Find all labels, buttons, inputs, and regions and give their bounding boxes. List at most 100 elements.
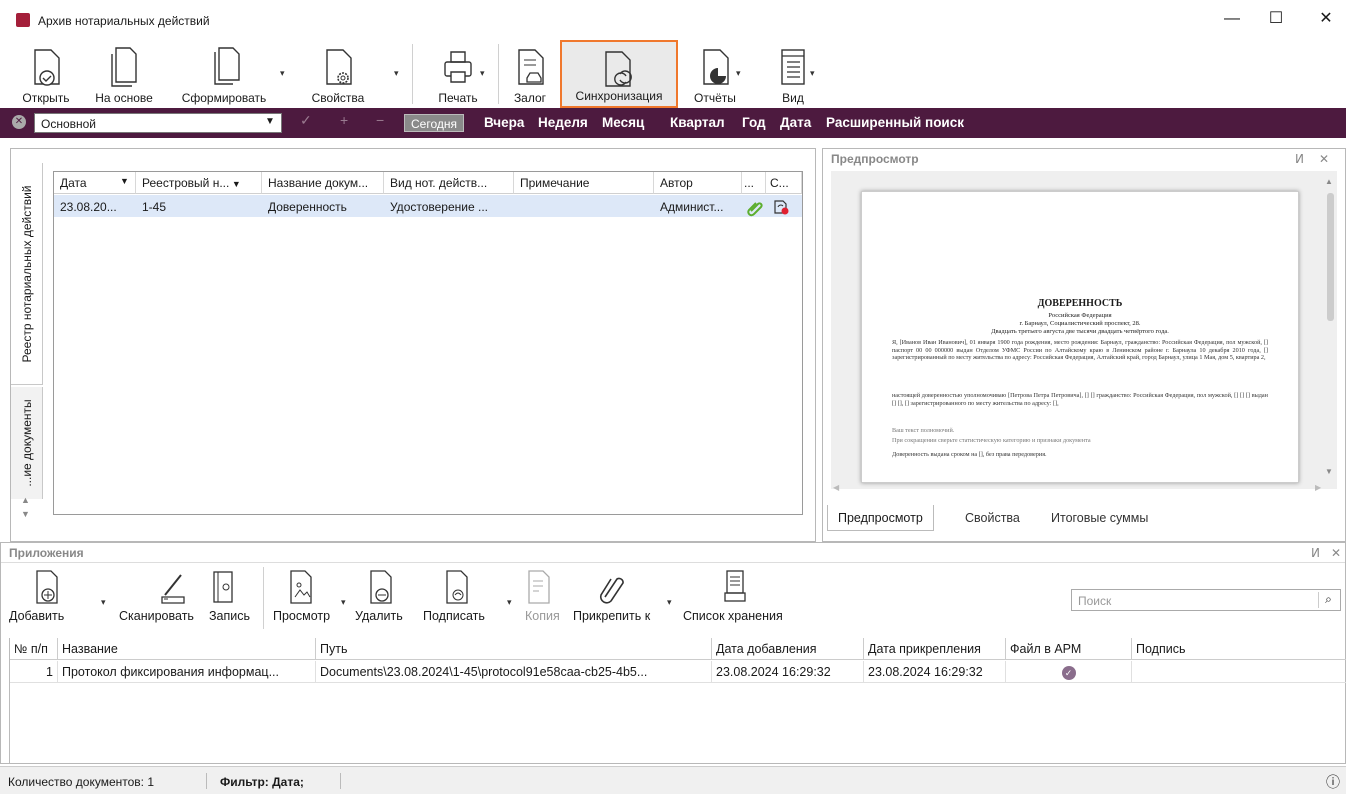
- vertical-scrollbar[interactable]: [1327, 193, 1334, 321]
- attach-to-button[interactable]: Прикрепить к: [573, 567, 671, 633]
- scroll-up-icon[interactable]: ▲: [1325, 177, 1333, 186]
- close-button[interactable]: ✕: [1306, 8, 1346, 32]
- pin-icon[interactable]: ⵍ: [1311, 546, 1320, 560]
- registry-panel: Реестр нотариальных действий ...ие докум…: [10, 148, 816, 542]
- attachment-clip-icon: [747, 202, 763, 217]
- column-header[interactable]: ...: [742, 172, 766, 194]
- document-add-icon: [36, 570, 58, 604]
- chevron-down-icon[interactable]: ▾: [341, 597, 346, 608]
- advanced-search-button[interactable]: Расширенный поиск: [826, 115, 964, 130]
- column-header[interactable]: Файл в АРМ: [1006, 638, 1132, 660]
- month-button[interactable]: Месяц: [602, 115, 644, 130]
- scroll-down-icon[interactable]: ▼: [21, 509, 30, 519]
- cell-registry-number: 1-45: [142, 200, 167, 214]
- scan-button[interactable]: Сканировать: [119, 567, 209, 633]
- scroll-up-icon[interactable]: ▲: [21, 495, 30, 505]
- cell-note: [514, 196, 654, 218]
- chevron-down-icon[interactable]: ▾: [280, 68, 285, 79]
- info-icon[interactable]: ⓘ: [1326, 772, 1340, 792]
- document-signature-icon: [446, 570, 468, 604]
- maximize-button[interactable]: ☐: [1256, 8, 1296, 32]
- record-button[interactable]: Запись: [209, 567, 259, 633]
- close-panel-button[interactable]: ✕: [1319, 152, 1329, 166]
- filter-edit-controls: ✓ + −: [300, 112, 385, 128]
- open-button[interactable]: Открыть: [14, 40, 78, 108]
- scroll-right-icon[interactable]: ▶: [1315, 483, 1321, 492]
- clear-filter-icon[interactable]: ✕: [12, 115, 26, 129]
- document-sync-icon: [605, 51, 632, 87]
- chevron-down-icon[interactable]: ▾: [667, 597, 672, 608]
- minimize-button[interactable]: —: [1212, 8, 1252, 32]
- column-header[interactable]: Дата добавления: [712, 638, 864, 660]
- filter-combo[interactable]: Основной ▼: [34, 113, 282, 133]
- doc-paragraph: настоящей доверенностью уполномочиваю [П…: [892, 392, 1268, 407]
- document-page: ДОВЕРЕННОСТЬ Российская Федерация г. Бар…: [861, 191, 1299, 483]
- column-header[interactable]: Подпись: [1132, 638, 1346, 660]
- column-header[interactable]: № п/п: [10, 638, 58, 660]
- scroll-left-icon[interactable]: ◀: [833, 483, 839, 492]
- quarter-button[interactable]: Квартал: [670, 115, 725, 130]
- search-placeholder: Поиск: [1078, 594, 1112, 608]
- properties-button[interactable]: Свойства: [300, 40, 376, 108]
- date-button[interactable]: Дата: [780, 115, 811, 130]
- sign-button[interactable]: Подписать: [423, 567, 495, 633]
- sync-status-icon: [774, 200, 789, 215]
- chevron-down-icon[interactable]: ▾: [736, 68, 741, 79]
- chevron-down-icon[interactable]: ▾: [810, 68, 815, 79]
- copy-document-icon: [111, 47, 137, 87]
- storage-list-icon: [724, 570, 746, 602]
- document-count: Количество документов: 1: [8, 775, 155, 789]
- cell-signature: [1132, 661, 1346, 683]
- cell-author: Админист...: [660, 200, 724, 214]
- yesterday-button[interactable]: Вчера: [484, 115, 524, 130]
- copy-button[interactable]: Копия: [525, 567, 565, 633]
- column-header[interactable]: С...: [766, 172, 802, 194]
- cell-path: Documents\23.08.2024\1-45\protocol91e58c…: [316, 661, 712, 683]
- today-button[interactable]: Сегодня: [404, 114, 464, 132]
- tab-totals[interactable]: Итоговые суммы: [1041, 505, 1158, 531]
- doc-paragraph: Я, [Иванов Иван Иванович], 01 января 190…: [892, 339, 1268, 361]
- column-header[interactable]: Путь: [316, 638, 712, 660]
- add-button[interactable]: Добавить: [9, 567, 69, 633]
- column-header[interactable]: Примечание: [514, 172, 654, 194]
- column-header[interactable]: Название: [58, 638, 316, 660]
- column-header[interactable]: Дата прикрепления: [864, 638, 1006, 660]
- form-documents-icon: [214, 47, 240, 85]
- column-header[interactable]: Дата ▼: [54, 172, 136, 194]
- tab-documents[interactable]: ...ие документы: [11, 387, 43, 499]
- tab-registry[interactable]: Реестр нотариальных действий: [11, 163, 43, 385]
- year-button[interactable]: Год: [742, 115, 766, 130]
- view-file-button[interactable]: Просмотр: [273, 567, 337, 633]
- pledge-button[interactable]: Залог: [504, 40, 556, 108]
- column-header[interactable]: Автор: [654, 172, 742, 194]
- image-document-icon: [290, 570, 312, 604]
- chevron-down-icon[interactable]: ▾: [480, 68, 485, 79]
- close-panel-button[interactable]: ✕: [1331, 546, 1341, 560]
- form-button[interactable]: Сформировать: [176, 40, 272, 108]
- week-button[interactable]: Неделя: [538, 115, 588, 130]
- scroll-down-icon[interactable]: ▼: [1325, 467, 1333, 476]
- column-header[interactable]: Реестровый н... ▼: [136, 172, 262, 194]
- chevron-down-icon[interactable]: ▾: [101, 597, 106, 608]
- based-on-button[interactable]: На основе: [88, 40, 160, 108]
- tab-properties[interactable]: Свойства: [955, 505, 1030, 531]
- filter-bar: ✕ Основной ▼ ✓ + − Сегодня Вчера Неделя Ме…: [0, 108, 1346, 138]
- chevron-down-icon[interactable]: ▾: [507, 597, 512, 608]
- delete-button[interactable]: Удалить: [355, 567, 411, 633]
- search-icon[interactable]: ⌕: [1318, 592, 1338, 608]
- doc-paragraph: Доверенность выдана сроком на [], без пр…: [892, 451, 1047, 458]
- chevron-down-icon[interactable]: ▾: [394, 68, 399, 79]
- storage-list-button[interactable]: Список хранения: [683, 567, 787, 633]
- filter-status: Фильтр: Дата;: [220, 775, 304, 789]
- search-input[interactable]: Поиск ⌕: [1071, 589, 1341, 611]
- doc-line: Двадцать третьего августа две тысячи два…: [991, 328, 1169, 335]
- document-check-icon: [34, 49, 60, 86]
- column-header[interactable]: Название докум...: [262, 172, 384, 194]
- status-separator: [206, 773, 207, 789]
- pin-icon[interactable]: ⵍ: [1295, 152, 1304, 166]
- column-header[interactable]: Вид нот. действ...: [384, 172, 514, 194]
- tab-preview[interactable]: Предпросмотр: [827, 505, 934, 531]
- sync-button[interactable]: Синхронизация: [560, 40, 678, 108]
- copy-document-icon: [528, 570, 550, 604]
- registry-grid: Дата ▼ Реестровый н... ▼ Название докум..…: [53, 171, 803, 515]
